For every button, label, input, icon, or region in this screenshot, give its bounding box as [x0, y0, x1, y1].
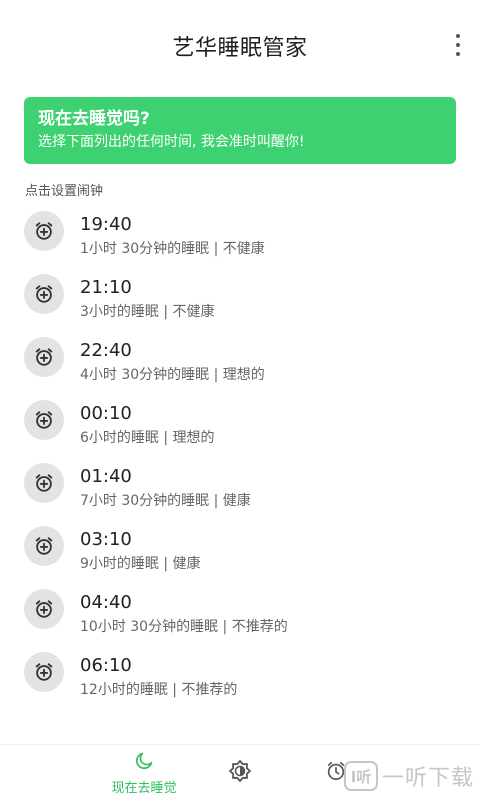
alarm-time: 03:10: [80, 529, 132, 550]
alarm-item[interactable]: 22:40 4小时 30分钟的睡眠 | 理想的: [0, 326, 480, 389]
app-bar: 艺华睡眠管家: [0, 0, 480, 96]
alarm-time: 19:40: [80, 214, 132, 235]
more-options-icon[interactable]: [452, 34, 464, 56]
alarm-description: 1小时 30分钟的睡眠 | 不健康: [80, 241, 265, 257]
alarm-description: 3小时的睡眠 | 不健康: [80, 304, 215, 320]
tab-sleep-now-label: 现在去睡觉: [111, 780, 177, 796]
add-alarm-icon: [24, 274, 64, 314]
alarm-description: 10小时 30分钟的睡眠 | 不推荐的: [80, 619, 288, 635]
add-alarm-icon: [24, 652, 64, 692]
alarm-time: 06:10: [80, 655, 132, 676]
add-alarm-icon: [24, 337, 64, 377]
alarm-description: 9小时的睡眠 | 健康: [80, 556, 201, 572]
alarm-time: 01:40: [80, 466, 132, 487]
section-label: 点击设置闹钟: [25, 184, 104, 199]
alarm-item[interactable]: 04:40 10小时 30分钟的睡眠 | 不推荐的: [0, 578, 480, 641]
alarm-item[interactable]: 19:40 1小时 30分钟的睡眠 | 不健康: [0, 200, 480, 263]
alarm-item[interactable]: 03:10 9小时的睡眠 | 健康: [0, 515, 480, 578]
add-alarm-icon: [24, 400, 64, 440]
alarm-list: 19:40 1小时 30分钟的睡眠 | 不健康 21:10 3小时的睡眠 | 不…: [0, 200, 480, 704]
alarm-description: 7小时 30分钟的睡眠 | 健康: [80, 493, 251, 509]
add-alarm-icon: [24, 526, 64, 566]
alarm-description: 4小时 30分钟的睡眠 | 理想的: [80, 367, 265, 383]
alarm-time: 22:40: [80, 340, 132, 361]
moon-icon: [134, 751, 154, 775]
alarm-time: 00:10: [80, 403, 132, 424]
tab-wake-time[interactable]: [216, 745, 264, 800]
alarm-item[interactable]: 01:40 7小时 30分钟的睡眠 | 健康: [0, 452, 480, 515]
watermark-text: 一听下载: [381, 766, 474, 791]
tab-sleep-now[interactable]: 现在去睡觉: [96, 745, 192, 800]
alarm-time: 04:40: [80, 592, 132, 613]
add-alarm-icon: [24, 211, 64, 251]
alarm-item[interactable]: 21:10 3小时的睡眠 | 不健康: [0, 263, 480, 326]
alarm-item[interactable]: 06:10 12小时的睡眠 | 不推荐的: [0, 641, 480, 704]
sleep-now-banner: 现在去睡觉吗? 选择下面列出的任何时间, 我会准时叫醒你!: [24, 97, 456, 164]
app-title: 艺华睡眠管家: [172, 36, 308, 61]
alarm-item[interactable]: 00:10 6小时的睡眠 | 理想的: [0, 389, 480, 452]
add-alarm-icon: [24, 463, 64, 503]
brightness-icon: [228, 759, 252, 787]
alarm-description: 12小时的睡眠 | 不推荐的: [80, 682, 238, 698]
alarm-time: 21:10: [80, 277, 132, 298]
banner-title: 现在去睡觉吗?: [38, 109, 150, 129]
watermark-logo: I听: [343, 761, 378, 791]
watermark: I听 一听下载: [343, 760, 474, 792]
alarm-description: 6小时的睡眠 | 理想的: [80, 430, 215, 446]
banner-subtitle: 选择下面列出的任何时间, 我会准时叫醒你!: [38, 134, 305, 150]
add-alarm-icon: [24, 589, 64, 629]
